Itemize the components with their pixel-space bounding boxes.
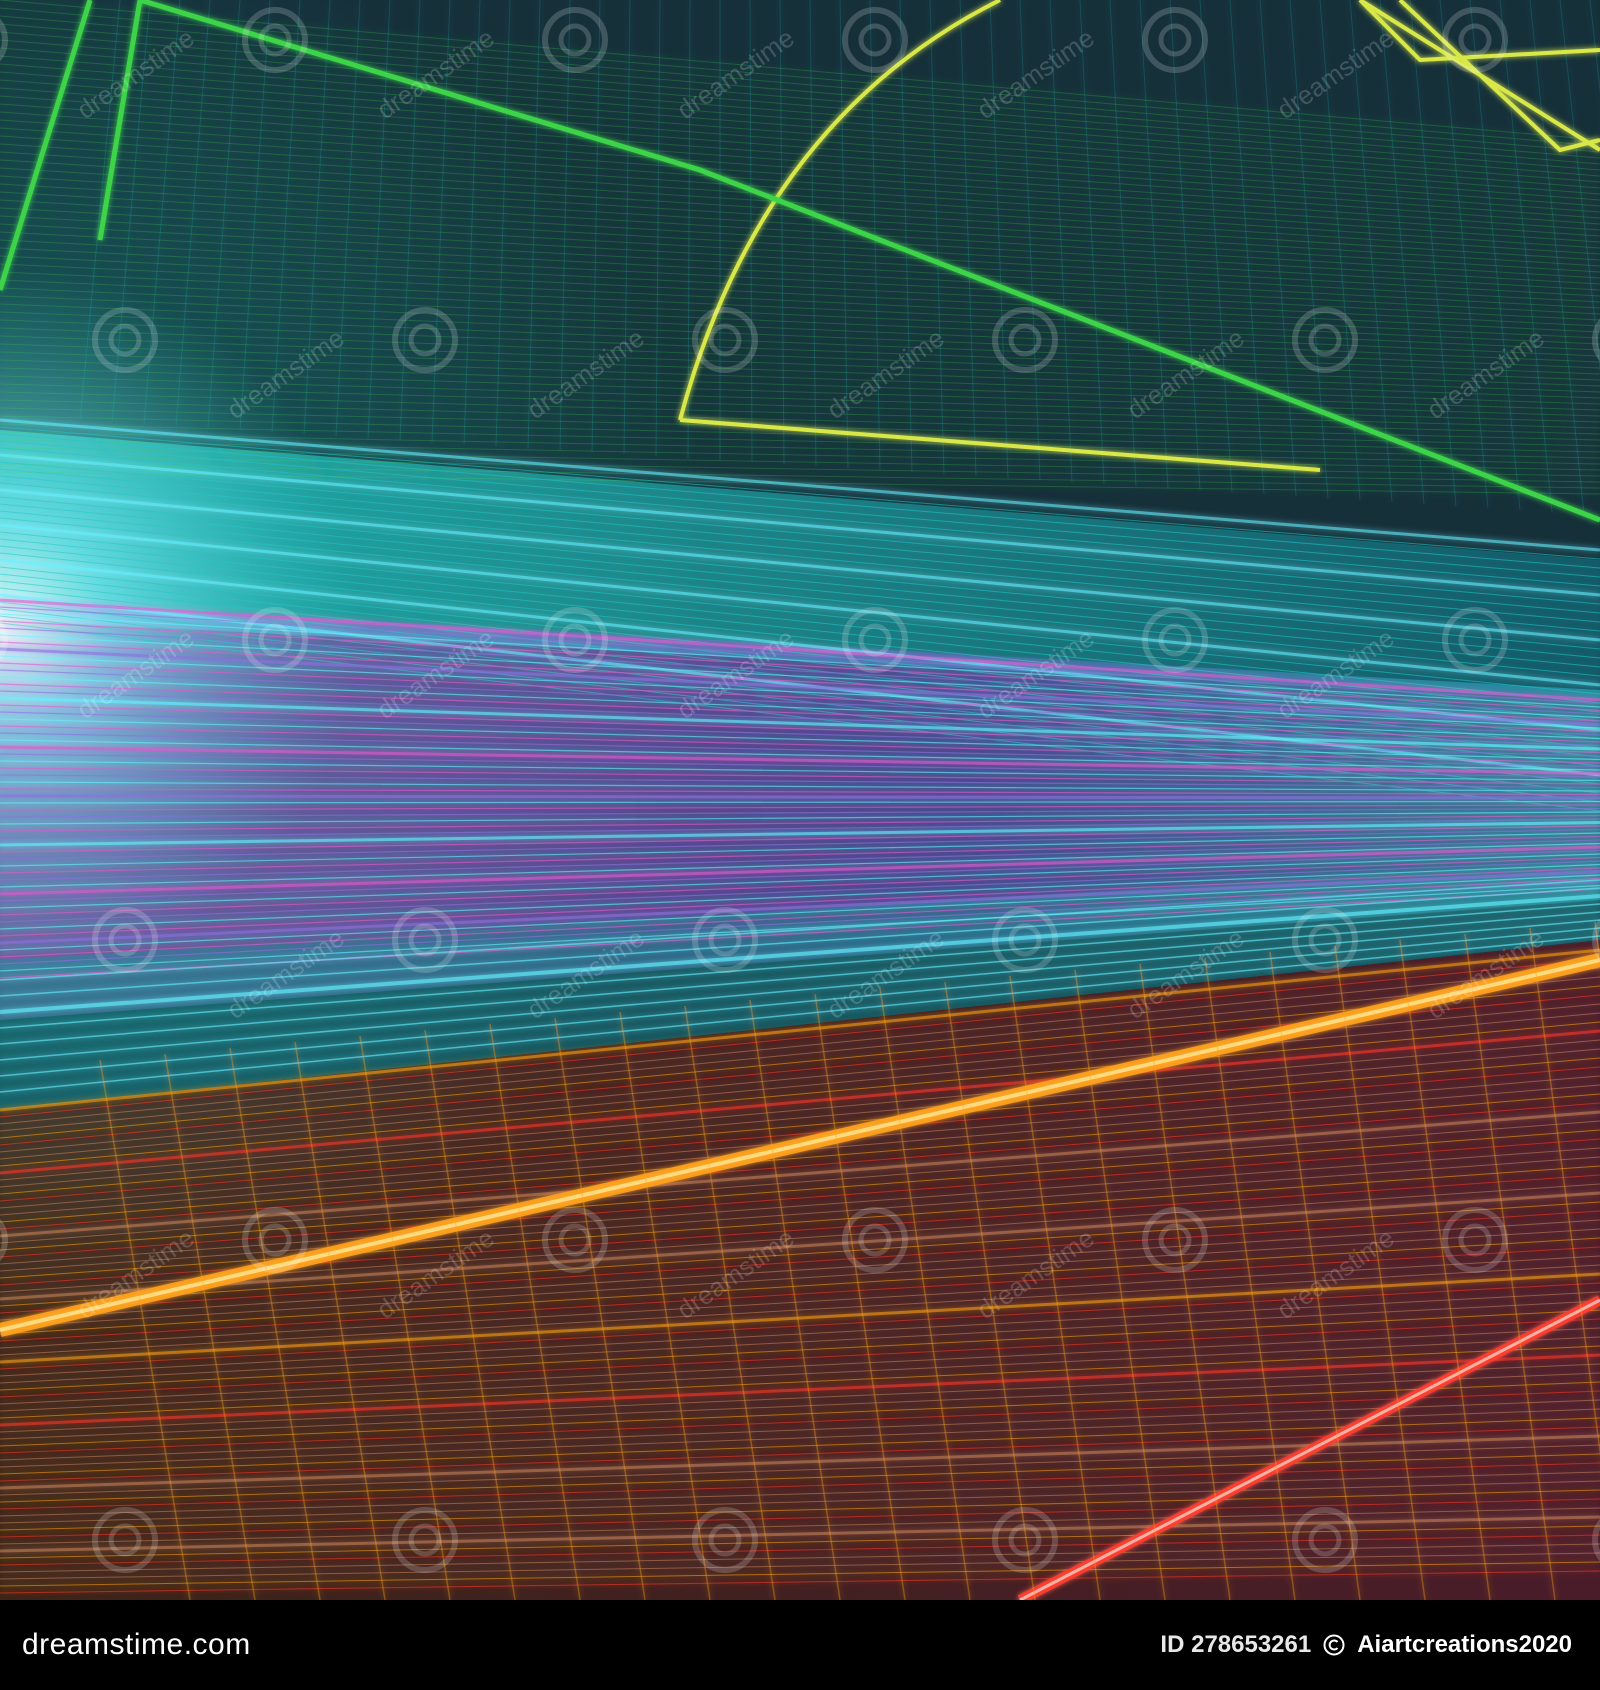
- brand[interactable]: dreamstime.com: [22, 1628, 251, 1662]
- footer-bar: dreamstime.com ID 278653261 Aiartcreatio…: [0, 1600, 1600, 1690]
- light-streak: [0, 794, 1600, 800]
- light-flare: [0, 0, 1600, 1600]
- neon-lines-artwork: dreamstime dreamstime dreamstime dreamstime…: [0, 0, 1600, 1600]
- copyright-icon: [1323, 1634, 1345, 1656]
- brand-name[interactable]: dreamstime.com: [22, 1628, 251, 1662]
- image-frame: dreamstime dreamstime dreamstime dreamstime…: [0, 0, 1600, 1690]
- image-meta: ID 278653261 Aiartcreations2020: [1160, 1631, 1572, 1659]
- image-id: ID 278653261: [1160, 1631, 1312, 1658]
- author-name[interactable]: Aiartcreations2020: [1357, 1631, 1572, 1659]
